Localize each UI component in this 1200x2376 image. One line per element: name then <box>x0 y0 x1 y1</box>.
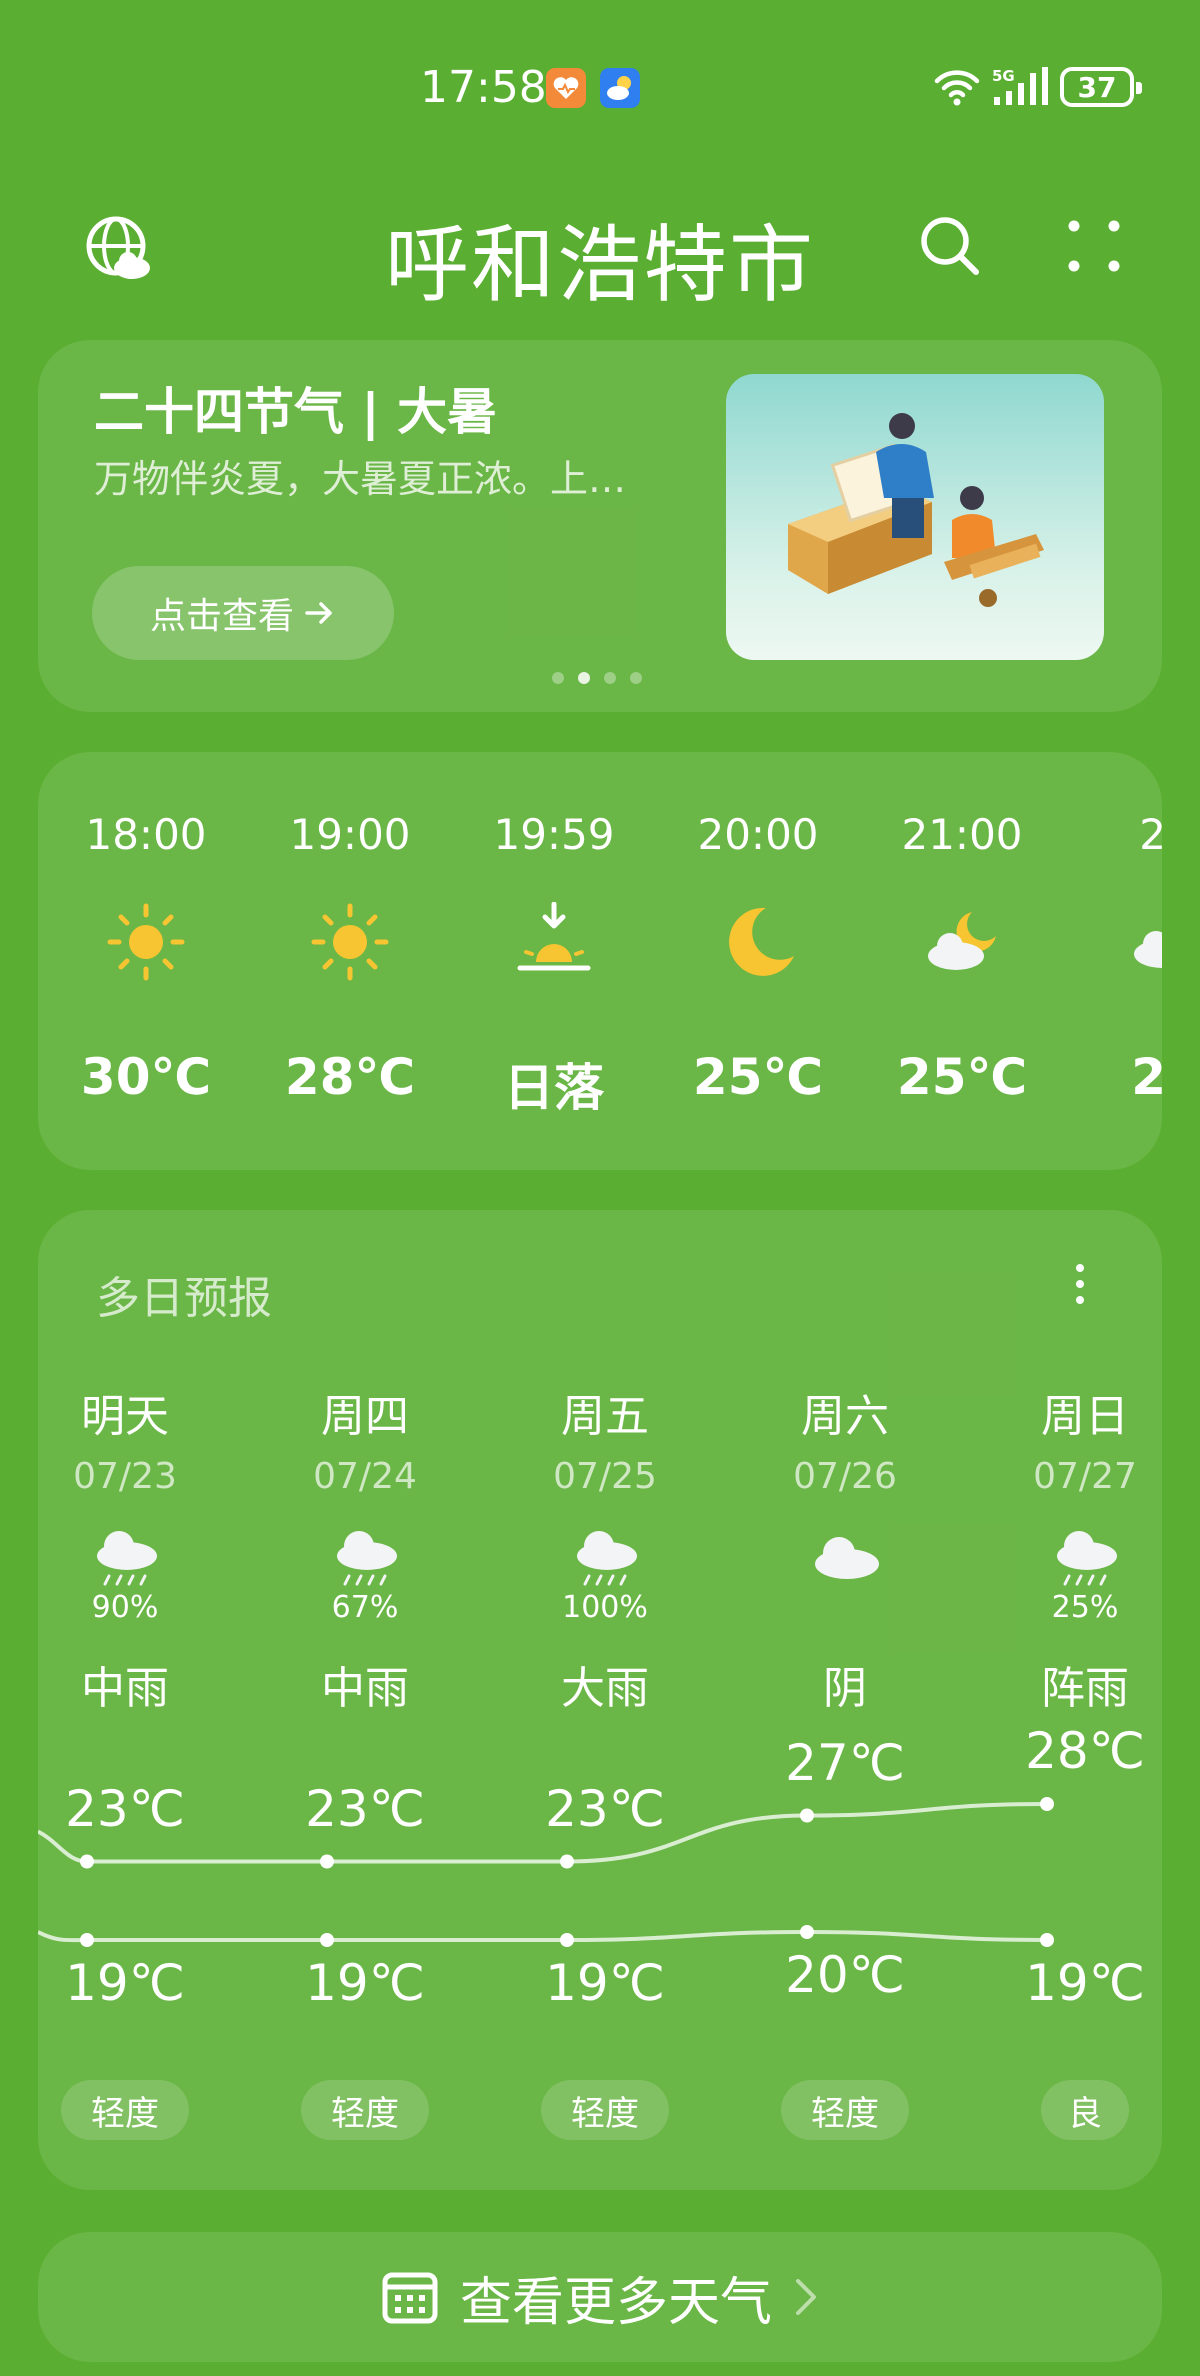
day-name: 周日 <box>1041 1391 1129 1442</box>
day-name: 明天 <box>81 1391 169 1442</box>
hour-time: 22 <box>1139 810 1162 859</box>
rain-cloud-icon <box>329 1526 401 1586</box>
weather-condition: 大雨 <box>561 1663 649 1714</box>
day-date: 07/23 <box>73 1456 177 1497</box>
day-date: 07/25 <box>553 1456 657 1497</box>
more-weather-label: 查看更多天气 <box>459 2272 772 2333</box>
day-date: 07/26 <box>793 1456 897 1497</box>
low-temperature: 20℃ <box>785 1946 905 2004</box>
air-quality-badge: 轻度 <box>781 2080 909 2140</box>
low-temperature-point <box>1040 1933 1054 1947</box>
status-time: 17:58 <box>420 62 547 113</box>
air-quality-badge: 轻度 <box>61 2080 189 2140</box>
more-dots-icon[interactable] <box>1066 218 1122 274</box>
carousel-indicator <box>552 672 642 684</box>
solar-term-description: 万物伴炎夏，大暑夏正浓。上… <box>94 457 627 501</box>
hour-temperature: 25℃ <box>896 1048 1028 1106</box>
high-temperature-point <box>320 1854 334 1869</box>
multi-day-title: 多日预报 <box>96 1273 272 1324</box>
search-icon[interactable] <box>918 214 982 278</box>
view-details-button[interactable]: 点击查看 <box>92 566 394 660</box>
high-temperature-point <box>560 1854 574 1869</box>
low-temperature-point <box>80 1933 94 1947</box>
low-temperature: 19℃ <box>305 1954 425 2012</box>
weather-condition: 中雨 <box>81 1663 169 1714</box>
carousel-dot-active <box>578 672 590 684</box>
high-temperature-point <box>80 1854 94 1869</box>
sunset-icon <box>514 901 594 982</box>
day-name: 周六 <box>801 1391 889 1442</box>
weather-condition: 阴 <box>823 1663 867 1714</box>
precipitation-probability: 100% <box>562 1590 648 1625</box>
day-date: 07/24 <box>313 1456 417 1497</box>
chevron-right-icon <box>796 2279 816 2315</box>
signal-icon: 5G <box>992 67 1048 105</box>
precipitation-probability: 25% <box>1051 1590 1119 1625</box>
vertical-more-icon[interactable] <box>1064 1262 1096 1306</box>
carousel-dot <box>630 672 642 684</box>
high-temperature: 23℃ <box>65 1779 185 1838</box>
hour-time: 21:00 <box>901 810 1023 859</box>
air-quality-badge: 轻度 <box>301 2080 429 2140</box>
air-quality-badge: 轻度 <box>541 2080 669 2140</box>
high-temperature: 23℃ <box>545 1779 665 1838</box>
low-temperature-point <box>800 1925 814 1939</box>
low-temperature-point <box>320 1933 334 1947</box>
high-temperature: 28℃ <box>1025 1722 1145 1780</box>
hour-temperature: 25 <box>1131 1048 1162 1106</box>
hour-time: 19:00 <box>289 810 411 859</box>
precipitation-probability: 90% <box>91 1590 159 1625</box>
hour-temperature: 30℃ <box>80 1048 212 1106</box>
weather-app-icon <box>600 68 640 108</box>
high-temperature-point <box>1040 1797 1054 1811</box>
cloud-icon <box>809 1526 881 1586</box>
day-date: 07/27 <box>1033 1456 1137 1497</box>
high-temperature: 27℃ <box>785 1733 905 1792</box>
cloud-icon <box>1126 902 1162 982</box>
solar-term-illustration[interactable] <box>726 374 1104 660</box>
weather-condition: 阵雨 <box>1041 1663 1129 1714</box>
hour-time: 20:00 <box>697 810 819 859</box>
low-temperature: 19℃ <box>65 1954 185 2012</box>
health-app-icon <box>546 68 586 108</box>
hour-temperature: 25℃ <box>692 1048 824 1106</box>
carousel-dot <box>552 672 564 684</box>
sun-icon <box>310 902 390 982</box>
wifi-icon <box>934 70 980 106</box>
arrow-right-icon <box>305 602 332 624</box>
view-details-label: 点击查看 <box>149 596 294 637</box>
high-temperature-point <box>800 1808 814 1823</box>
hour-time: 19:59 <box>493 810 615 859</box>
day-name: 周五 <box>561 1391 649 1442</box>
high-temperature: 23℃ <box>305 1779 425 1838</box>
network-type: 5G <box>992 67 1015 85</box>
hour-temperature: 28℃ <box>284 1048 416 1106</box>
precipitation-probability: 67% <box>331 1590 399 1625</box>
rain-cloud-icon <box>1049 1526 1121 1586</box>
moon-icon <box>718 902 798 982</box>
air-quality-badge: 良 <box>1041 2080 1129 2140</box>
solar-term-title: 二十四节气 | 大暑 <box>94 383 498 441</box>
calendar-icon <box>382 2272 438 2324</box>
low-temperature: 19℃ <box>1025 1954 1145 2012</box>
moon-cloud-icon <box>922 902 1002 982</box>
rain-cloud-icon <box>569 1526 641 1586</box>
city-title[interactable]: 呼和浩特市 <box>0 198 1200 319</box>
hour-time: 18:00 <box>85 810 207 859</box>
low-temperature-point <box>560 1933 574 1947</box>
low-temperature-line <box>38 1929 1048 1943</box>
battery-icon: 37 <box>1060 67 1142 107</box>
carousel-dot <box>604 672 616 684</box>
day-name: 周四 <box>321 1391 409 1442</box>
hourly-forecast-card[interactable]: 18:00 30℃ 19:00 28℃ 19:59 日落 20:00 25℃ 2… <box>38 752 1162 1170</box>
sun-icon <box>106 902 186 982</box>
more-weather-button[interactable]: 查看更多天气 <box>38 2232 1162 2362</box>
rain-cloud-icon <box>89 1526 161 1586</box>
weather-condition: 中雨 <box>321 1663 409 1714</box>
hour-sunset-label: 日落 <box>504 1059 604 1117</box>
status-indicators: 5G 37 <box>934 64 1142 110</box>
low-temperature: 19℃ <box>545 1954 665 2012</box>
